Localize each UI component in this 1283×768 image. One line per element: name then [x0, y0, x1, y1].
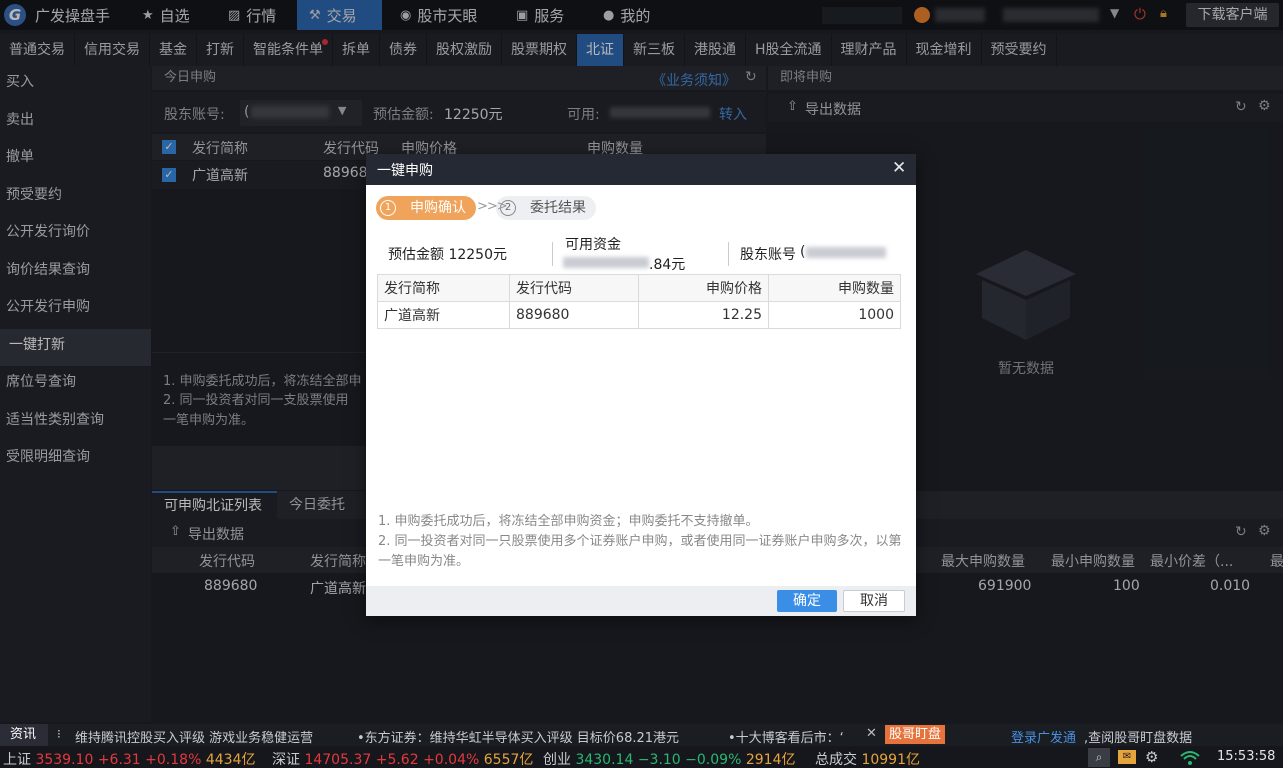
dialog-note-1: 1. 申购委托成功后，将冻结全部申购资金；申购委托不支持撤单。 [378, 514, 759, 529]
index-name: 上证 [3, 752, 31, 768]
masked-account [806, 247, 886, 258]
index-percent: +0.04% [423, 752, 480, 768]
col-code: 发行代码 [509, 274, 639, 302]
login-hint: ,查阅股哥盯盘数据 [1084, 731, 1193, 746]
index-volume: 6557亿 [483, 752, 534, 768]
index-volume: 2914亿 [745, 752, 796, 768]
total-label: 总成交 [815, 752, 857, 768]
dialog-available-label: 可用资金 [565, 237, 621, 253]
cancel-button[interactable]: 取消 [843, 590, 905, 612]
drag-handle-icon[interactable]: ⁝ [57, 727, 61, 741]
index-change: +5.62 [375, 752, 419, 768]
dialog-note-2: 2. 同一投资者对同一只股票使用多个证券账户申购，或者使用同一证券账户申购多次，… [378, 534, 902, 569]
index-price: 3539.10 [35, 752, 94, 768]
col-price: 申购价格 [638, 274, 769, 302]
dialog-table: 发行简称 发行代码 申购价格 申购数量 广道高新 889680 12.25 10… [377, 274, 901, 329]
news-item[interactable]: •东方证券：维持华虹半导体买入评级 目标价68.21港元 [357, 727, 679, 746]
masked-available [563, 257, 649, 268]
dialog-body: 申购确认 1 委托结果 2 >>> 预估金额 12250元 可用资金 .84元 … [366, 185, 916, 586]
stock-watch-badge[interactable]: 股哥盯盘 [885, 725, 946, 744]
index-change: −3.10 [637, 752, 681, 768]
row-price: 12.25 [638, 301, 769, 329]
step-arrows: >>> [477, 199, 508, 214]
clock: 15:53:58 [1217, 749, 1276, 764]
quote-cy[interactable]: 创业 3430.14 −3.10 −0.09% 2914亿 [543, 749, 795, 768]
news-item[interactable]: 维持腾讯控股买入评级 游戏业务稳健运营 [75, 727, 313, 746]
quote-sh[interactable]: 上证 3539.10 +6.31 +0.18% 4434亿 [3, 749, 255, 768]
table-row: 广道高新 889680 12.25 1000 [377, 301, 901, 329]
search-icon[interactable]: ⌕ [1088, 748, 1110, 767]
dialog-header [366, 154, 916, 185]
one-click-subscribe-dialog: 一键申购 ✕ 申购确认 1 委托结果 2 >>> 预估金额 12250元 可用资… [366, 154, 916, 616]
confirm-button[interactable]: 确定 [777, 590, 837, 612]
index-name: 创业 [543, 752, 571, 768]
close-icon[interactable]: ✕ [892, 158, 906, 178]
index-volume: 4434亿 [205, 752, 256, 768]
divider [728, 242, 729, 266]
index-price: 3430.14 [575, 752, 634, 768]
dialog-available-suffix: .84元 [649, 257, 686, 273]
gear-icon[interactable]: ⚙ [1145, 748, 1158, 766]
close-icon[interactable]: ✕ [866, 726, 877, 741]
row-name: 广道高新 [377, 301, 510, 329]
mail-icon[interactable]: ✉ [1118, 750, 1136, 764]
wifi-icon [1180, 750, 1200, 768]
col-qty: 申购数量 [768, 274, 901, 302]
news-label: 资讯 [0, 724, 48, 746]
row-code: 889680 [509, 301, 639, 329]
dialog-account-prefix: ( [800, 244, 806, 260]
row-qty: 1000 [768, 301, 901, 329]
news-item[interactable]: •十大博客看后市：‘ [728, 727, 856, 746]
index-change: +6.31 [97, 752, 141, 768]
index-price: 14705.37 [304, 752, 372, 768]
dialog-title: 一键申购 [377, 163, 433, 179]
login-link[interactable]: 登录广发通 [1011, 727, 1076, 746]
quote-total[interactable]: 总成交 10991亿 [815, 749, 920, 768]
dialog-account-label: 股东账号 [740, 247, 796, 263]
dialog-table-header: 发行简称 发行代码 申购价格 申购数量 [377, 274, 901, 302]
index-percent: −0.09% [685, 752, 742, 768]
step-number-1: 1 [380, 200, 396, 216]
index-name: 深证 [272, 752, 300, 768]
col-name: 发行简称 [377, 274, 510, 302]
divider [552, 242, 553, 266]
index-percent: +0.18% [145, 752, 202, 768]
total-volume: 10991亿 [861, 752, 920, 768]
dialog-estimate: 预估金额 12250元 [388, 247, 507, 263]
quote-sz[interactable]: 深证 14705.37 +5.62 +0.04% 6557亿 [272, 749, 533, 768]
